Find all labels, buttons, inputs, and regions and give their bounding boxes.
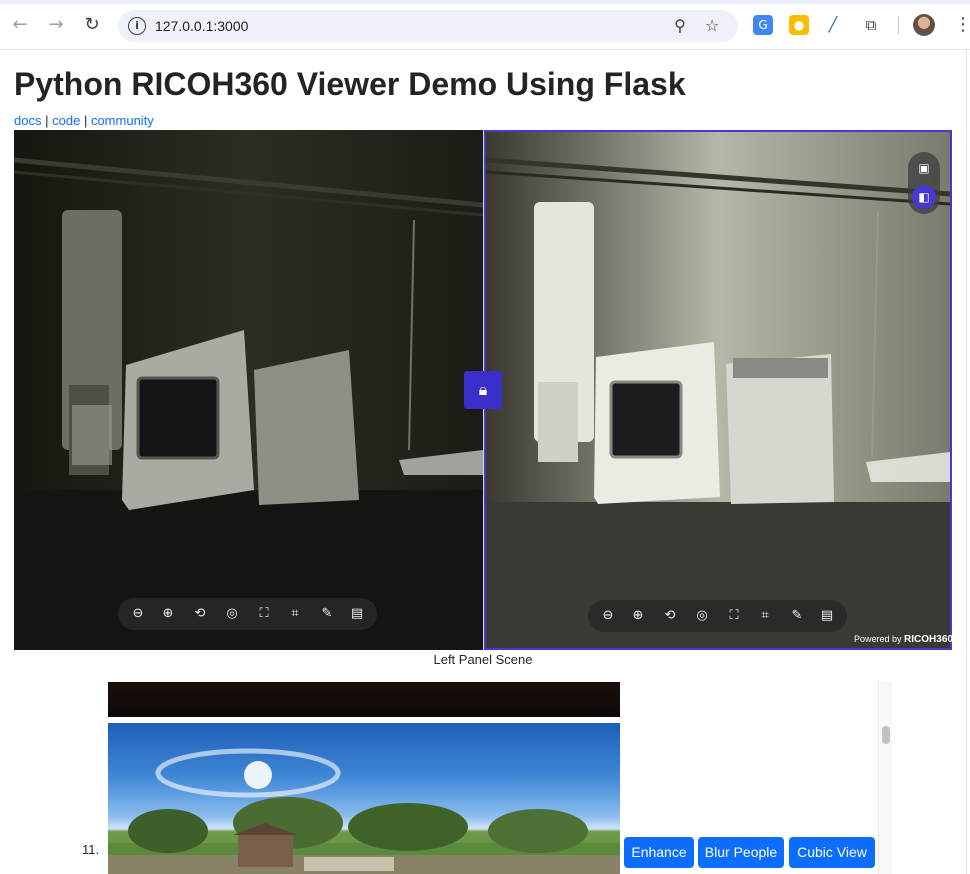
image-icon[interactable]: ▣ xyxy=(912,156,936,180)
forward-icon[interactable]: → xyxy=(44,13,68,37)
community-link[interactable]: community xyxy=(91,113,154,128)
crop-icon[interactable]: ⌗ xyxy=(283,602,307,626)
url-text[interactable]: 127.0.0.1:3000 xyxy=(155,18,248,34)
link-separator: | xyxy=(45,113,49,128)
fullscreen-icon[interactable]: ⛶ xyxy=(252,602,276,626)
comment-icon[interactable]: ▤ xyxy=(815,604,839,628)
powered-by-prefix: Powered by xyxy=(854,634,902,644)
puzzle-icon[interactable]: ⧉ xyxy=(861,15,881,35)
rotate-icon[interactable]: ⟲ xyxy=(658,604,682,628)
crop-icon[interactable]: ⌗ xyxy=(753,604,777,628)
compare-icon[interactable]: ◧ xyxy=(912,185,936,209)
toolbar-divider xyxy=(898,16,899,34)
left-panel-scene xyxy=(14,130,483,650)
star-icon[interactable]: ☆ xyxy=(702,16,722,36)
right-panel[interactable]: ⊖ ⊕ ⟲ ◎ ⛶ ⌗ ✎ ▤ xyxy=(484,130,952,650)
google-translate-icon[interactable]: G xyxy=(753,15,773,35)
scene-thumbnail[interactable] xyxy=(108,682,620,717)
list-item-number: 11. xyxy=(82,842,100,857)
comment-icon[interactable]: ▤ xyxy=(345,602,369,626)
gyro-icon[interactable]: ◎ xyxy=(220,602,244,626)
scene-thumbnail[interactable] xyxy=(108,723,620,874)
browser-toolbar: ← → ↻ i 127.0.0.1:3000 ⚲ ☆ G ● ╱ ⧉ ⋮ xyxy=(0,0,970,50)
page-title: Python RICOH360 Viewer Demo Using Flask xyxy=(14,66,686,102)
left-panel[interactable]: ⊖ ⊕ ⟲ ◎ ⛶ ⌗ ✎ ▤ xyxy=(14,130,483,650)
link-separator: | xyxy=(83,113,88,128)
link-row: docs | code | community xyxy=(14,113,154,128)
ricoh360-viewer[interactable]: ⊖ ⊕ ⟲ ◎ ⛶ ⌗ ✎ ▤ ⊖ ⊕ ⟲ ◎ ⛶ ⌗ ✎ ▤ 🔒︎ ▣ ◧ P… xyxy=(14,130,953,650)
powered-by-brand: RICOH360 xyxy=(904,634,953,645)
right-viewer-toolbar: ⊖ ⊕ ⟲ ◎ ⛶ ⌗ ✎ ▤ xyxy=(588,600,847,632)
lock-icon[interactable]: 🔒︎ xyxy=(464,371,502,409)
pano-scene xyxy=(108,748,620,874)
address-bar[interactable]: i 127.0.0.1:3000 ⚲ ☆ xyxy=(118,10,738,42)
gyro-icon[interactable]: ◎ xyxy=(690,604,714,628)
powered-by: Powered by RICOH360 xyxy=(854,634,953,645)
enhance-button[interactable]: Enhance xyxy=(624,837,694,868)
view-mode-switcher: ▣ ◧ xyxy=(908,152,940,214)
info-icon[interactable]: i xyxy=(128,17,146,35)
cubic-view-button[interactable]: Cubic View xyxy=(789,837,875,868)
page-edge xyxy=(966,50,967,874)
scrollbar[interactable] xyxy=(878,682,892,874)
back-icon[interactable]: ← xyxy=(8,13,32,37)
zoom-out-icon[interactable]: ⊖ xyxy=(126,602,150,626)
scene-list: 11. Enhance Blur People Cubic View xyxy=(0,682,892,874)
panel-caption: Left Panel Scene xyxy=(433,652,533,667)
fullscreen-icon[interactable]: ⛶ xyxy=(722,604,746,628)
rotate-icon[interactable]: ⟲ xyxy=(188,602,212,626)
right-panel-scene xyxy=(486,132,950,648)
zoom-in-icon[interactable]: ⊕ xyxy=(156,602,180,626)
code-link[interactable]: code xyxy=(52,113,80,128)
magic-wand-icon[interactable]: ✎ xyxy=(315,602,339,626)
pen-icon[interactable]: ╱ xyxy=(823,15,843,35)
docs-link[interactable]: docs xyxy=(14,113,41,128)
left-viewer-toolbar: ⊖ ⊕ ⟲ ◎ ⛶ ⌗ ✎ ▤ xyxy=(118,598,377,630)
menu-icon[interactable]: ⋮ xyxy=(954,14,970,36)
zoom-icon[interactable]: ⚲ xyxy=(670,16,690,36)
tab-strip xyxy=(0,0,970,4)
scrollbar-thumb[interactable] xyxy=(882,726,890,744)
reload-icon[interactable]: ↻ xyxy=(80,13,104,37)
avatar[interactable] xyxy=(913,14,935,36)
zoom-in-icon[interactable]: ⊕ xyxy=(626,604,650,628)
magic-wand-icon[interactable]: ✎ xyxy=(785,604,809,628)
zoom-out-icon[interactable]: ⊖ xyxy=(596,604,620,628)
keep-icon[interactable]: ● xyxy=(789,15,809,35)
blur-people-button[interactable]: Blur People xyxy=(698,837,784,868)
